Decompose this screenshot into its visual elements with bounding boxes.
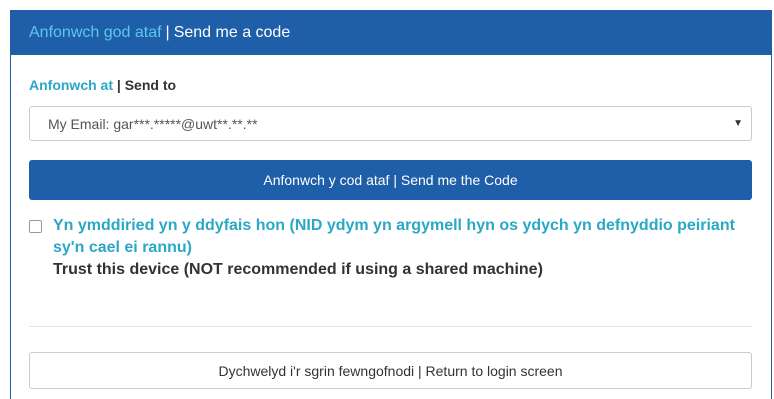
section-divider: [29, 326, 752, 327]
trust-device-label[interactable]: Yn ymddiried yn y ddyfais hon (NID ydym …: [53, 215, 743, 281]
header-title-english: Send me a code: [173, 23, 291, 41]
send-to-label-english: | Send to: [116, 77, 177, 93]
panel-header: Anfonwch god ataf | Send me a code: [11, 10, 771, 55]
header-title-welsh: Anfonwch god ataf: [29, 23, 162, 41]
return-to-login-button[interactable]: Dychwelyd i'r sgrin fewngofnodi | Return…: [29, 352, 752, 389]
send-to-label: Anfonwch at | Send to: [29, 77, 176, 93]
send-code-button[interactable]: Anfonwch y cod ataf | Send me the Code: [29, 160, 752, 200]
send-to-select[interactable]: My Email: gar***.*****@uwt**.**.** ▼: [29, 106, 752, 141]
send-to-selected-value: My Email: gar***.*****@uwt**.**.**: [48, 115, 258, 132]
header-separator: |: [165, 23, 170, 41]
trust-device-label-english: Trust this device (NOT recommended if us…: [53, 261, 543, 278]
chevron-down-icon: ▼: [733, 118, 743, 129]
send-to-label-welsh: Anfonwch at: [29, 77, 113, 93]
trust-device-label-welsh: Yn ymddiried yn y ddyfais hon (NID ydym …: [53, 217, 735, 256]
send-code-panel: Anfonwch god ataf | Send me a code Anfon…: [10, 10, 772, 399]
trust-device-checkbox[interactable]: [29, 220, 42, 233]
